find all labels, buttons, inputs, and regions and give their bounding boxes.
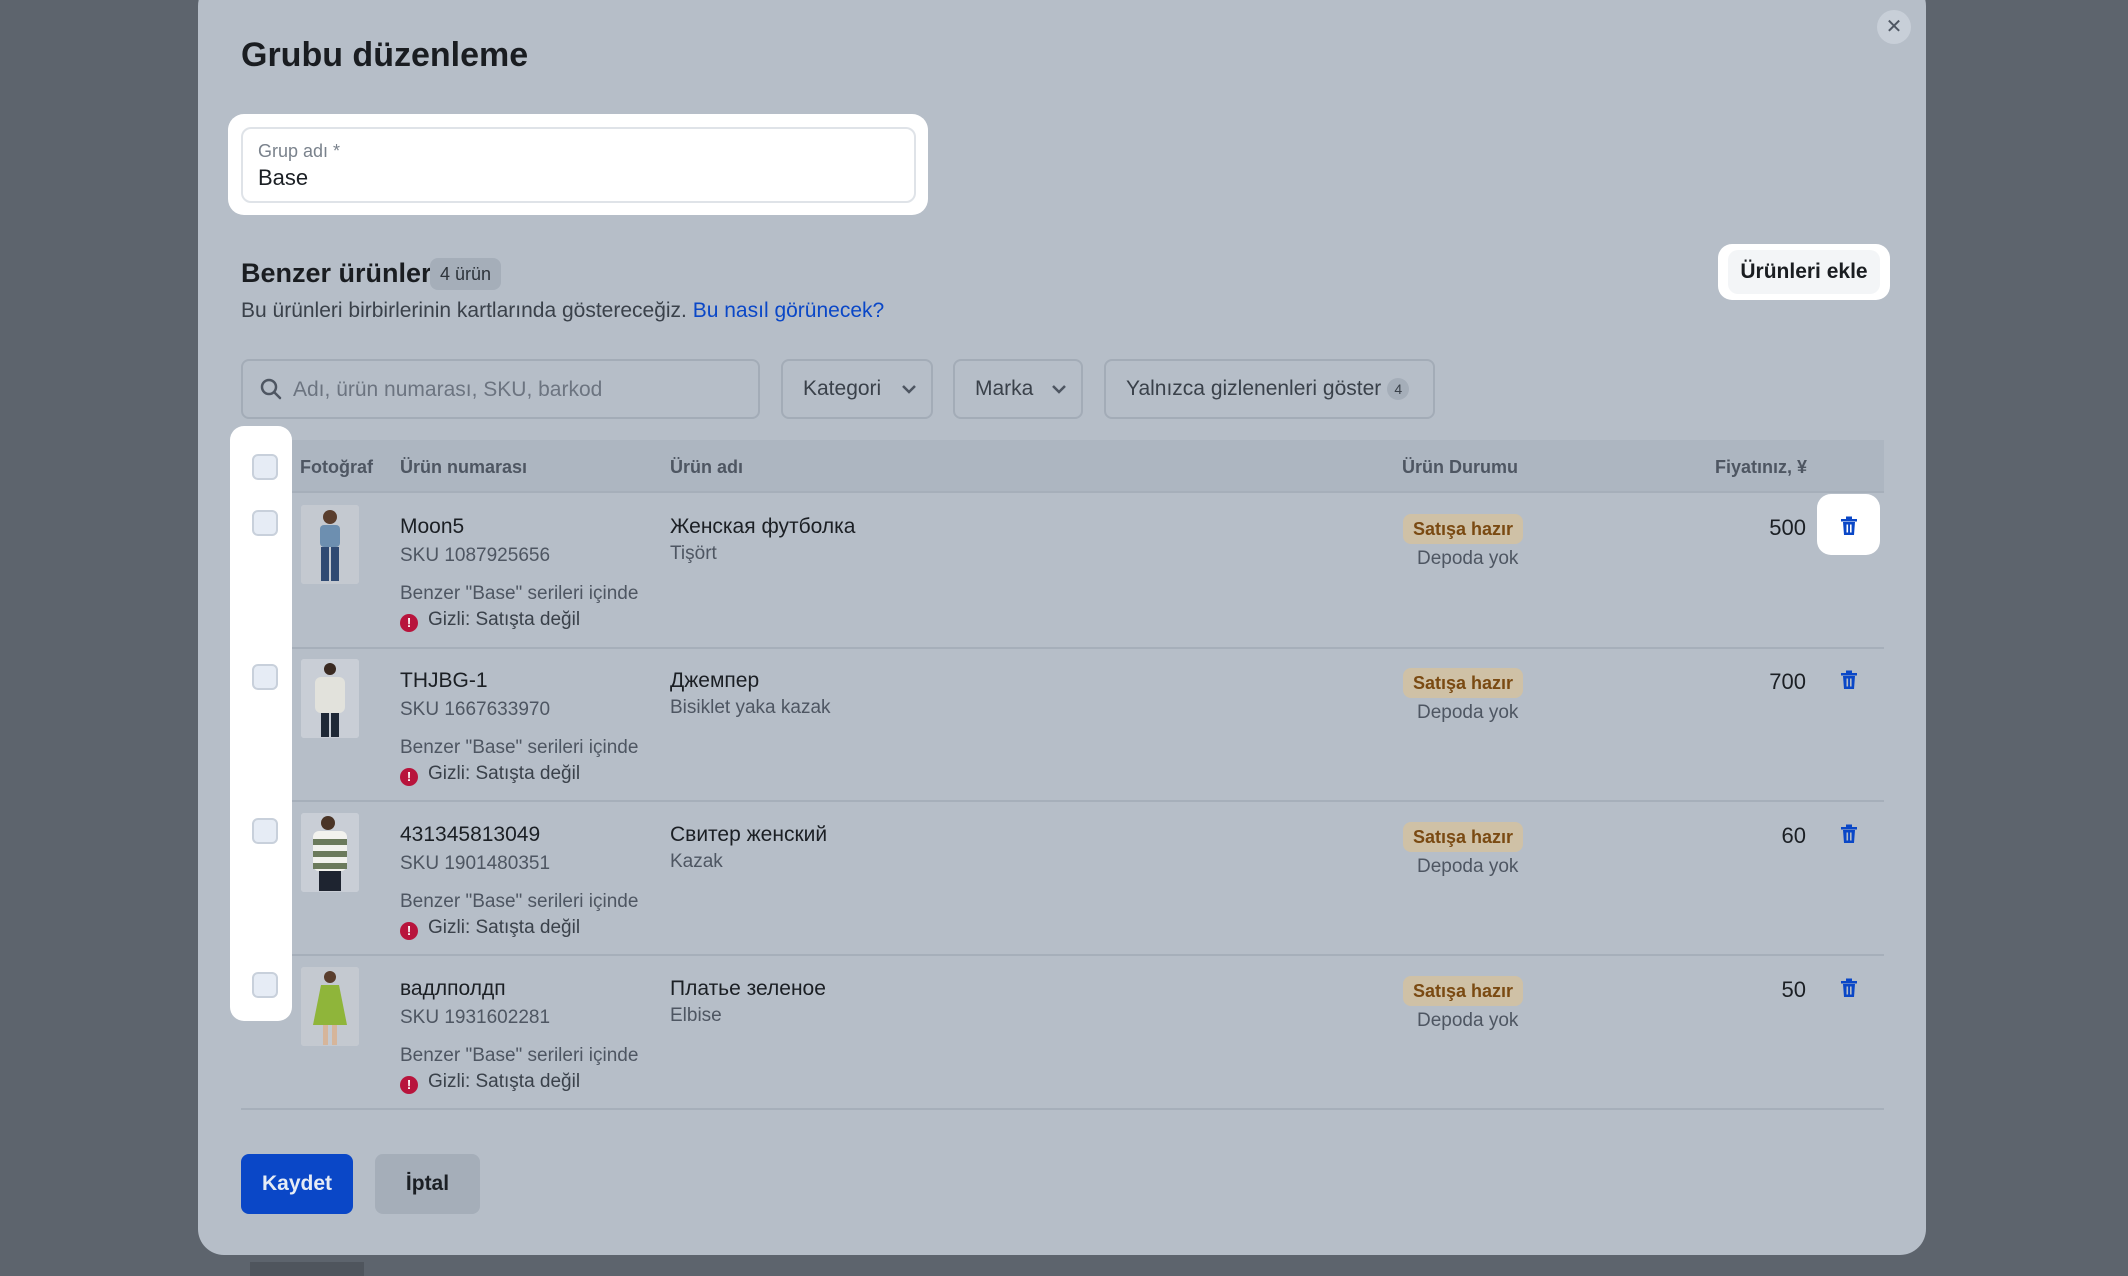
row-checkbox[interactable] [252, 818, 278, 844]
product-name: Женская футболка [670, 515, 856, 538]
hidden-status: ! Gizli: Satışta değil [400, 763, 580, 786]
hidden-status: ! Gizli: Satışta değil [400, 1071, 580, 1094]
row-divider [241, 491, 1884, 493]
category-filter-label: Kategori [803, 377, 882, 400]
stock-status: Depoda yok [1417, 702, 1519, 723]
save-button[interactable]: Kaydet [241, 1154, 353, 1214]
product-sku: SKU 1931602281 [400, 1007, 551, 1028]
dialog-title: Grubu düzenleme [241, 36, 529, 74]
product-photo[interactable] [301, 967, 359, 1046]
show-hidden-only-label: Yalnızca gizlenenleri göster [1126, 377, 1382, 400]
row-divider [241, 1108, 1884, 1110]
product-price: 500 [1769, 515, 1806, 540]
select-all-checkbox[interactable] [252, 454, 278, 480]
product-photo[interactable] [301, 659, 359, 738]
cancel-button[interactable]: İptal [375, 1154, 480, 1214]
product-photo[interactable] [301, 505, 359, 584]
product-number: THJBG-1 [400, 669, 488, 692]
description-text: Bu ürünleri birbirlerinin kartlarında gö… [241, 299, 687, 322]
product-category: Bisiklet yaka kazak [670, 697, 831, 718]
how-it-looks-link[interactable]: Bu nasıl görünecek? [693, 299, 884, 322]
chevron-down-icon [1052, 385, 1066, 394]
product-number: Moon5 [400, 515, 465, 538]
add-products-button[interactable]: Ürünleri ekle [1728, 250, 1880, 294]
product-price: 700 [1769, 669, 1806, 694]
row-checkbox[interactable] [252, 510, 278, 536]
product-name: Джемпер [670, 669, 760, 692]
close-icon[interactable]: ✕ [1877, 10, 1911, 44]
brand-filter[interactable]: Marka [953, 359, 1083, 419]
search-input[interactable]: Adı, ürün numarası, SKU, barkod [241, 359, 760, 419]
product-number: вадлполдп [400, 977, 506, 1000]
series-note: Benzer "Base" serileri içinde [400, 1045, 639, 1066]
category-filter[interactable]: Kategori [781, 359, 933, 419]
hidden-status-text: Gizli: Satışta değil [428, 763, 581, 784]
product-number: 431345813049 [400, 823, 541, 846]
trash-icon[interactable] [1838, 977, 1860, 999]
chevron-down-icon [902, 385, 916, 394]
product-price: 50 [1781, 977, 1806, 1002]
status-badge: Satışa hazır [1403, 822, 1524, 852]
product-name: Платье зеленое [670, 977, 826, 1000]
trash-icon[interactable] [1838, 669, 1860, 691]
column-price: Fiyatınız, ¥ [1715, 457, 1808, 477]
hidden-count-badge: 4 [1387, 378, 1410, 401]
product-sku: SKU 1087925656 [400, 545, 551, 566]
warning-icon: ! [400, 1076, 418, 1094]
product-sku: SKU 1901480351 [400, 853, 551, 874]
product-count-badge: 4 ürün [430, 258, 502, 290]
show-hidden-only-toggle[interactable]: Yalnızca gizlenenleri göster 4 [1104, 359, 1435, 419]
product-category: Kazak [670, 851, 723, 872]
similar-products-description: Bu ürünleri birbirlerinin kartlarında gö… [241, 299, 884, 323]
product-name: Свитер женский [670, 823, 828, 846]
row-checkbox[interactable] [252, 664, 278, 690]
hidden-status-text: Gizli: Satışta değil [428, 917, 581, 938]
trash-icon[interactable] [1838, 823, 1860, 845]
column-status: Ürün Durumu [1402, 457, 1518, 477]
product-photo-image [301, 813, 359, 892]
status-badge: Satışa hazır [1403, 514, 1524, 544]
group-name-label: Grup adı * [258, 141, 341, 161]
group-name-field[interactable]: Grup adı * Base [241, 127, 916, 203]
hidden-status-text: Gizli: Satışta değil [428, 609, 581, 630]
stock-status: Depoda yok [1417, 548, 1519, 569]
product-category: Tişört [670, 543, 717, 564]
brand-filter-label: Marka [975, 377, 1034, 400]
hidden-status-text: Gizli: Satışta değil [428, 1071, 581, 1092]
row-checkbox[interactable] [252, 972, 278, 998]
stock-status: Depoda yok [1417, 1010, 1519, 1031]
warning-icon: ! [400, 768, 418, 786]
series-note: Benzer "Base" serileri içinde [400, 583, 639, 604]
status-badge: Satışa hazır [1403, 976, 1524, 1006]
hidden-status: ! Gizli: Satışta değil [400, 609, 580, 632]
hidden-status: ! Gizli: Satışta değil [400, 917, 580, 940]
status-badge: Satışa hazır [1403, 668, 1524, 698]
row-divider [241, 954, 1884, 956]
warning-icon: ! [400, 614, 418, 632]
column-product-number: Ürün numarası [400, 457, 528, 477]
product-photo-image [301, 967, 359, 1046]
stock-status: Depoda yok [1417, 856, 1519, 877]
product-photo-image [301, 659, 359, 738]
column-product-name: Ürün adı [670, 457, 744, 477]
search-placeholder: Adı, ürün numarası, SKU, barkod [293, 378, 603, 401]
search-icon [260, 378, 282, 400]
series-note: Benzer "Base" serileri içinde [400, 891, 639, 912]
add-products-highlight: Ürünleri ekle [1718, 244, 1890, 300]
product-photo-image [301, 505, 359, 584]
column-photo: Fotoğraf [300, 457, 373, 477]
row-divider [241, 647, 1884, 649]
product-category: Elbise [670, 1005, 722, 1026]
series-note: Benzer "Base" serileri içinde [400, 737, 639, 758]
trash-icon[interactable] [1838, 515, 1860, 537]
background-element [250, 1262, 364, 1276]
product-sku: SKU 1667633970 [400, 699, 551, 720]
product-photo[interactable] [301, 813, 359, 892]
similar-products-title: Benzer ürünler [241, 258, 432, 288]
product-price: 60 [1781, 823, 1806, 848]
group-name-value[interactable]: Base [258, 165, 308, 191]
warning-icon: ! [400, 922, 418, 940]
row-divider [241, 800, 1884, 802]
